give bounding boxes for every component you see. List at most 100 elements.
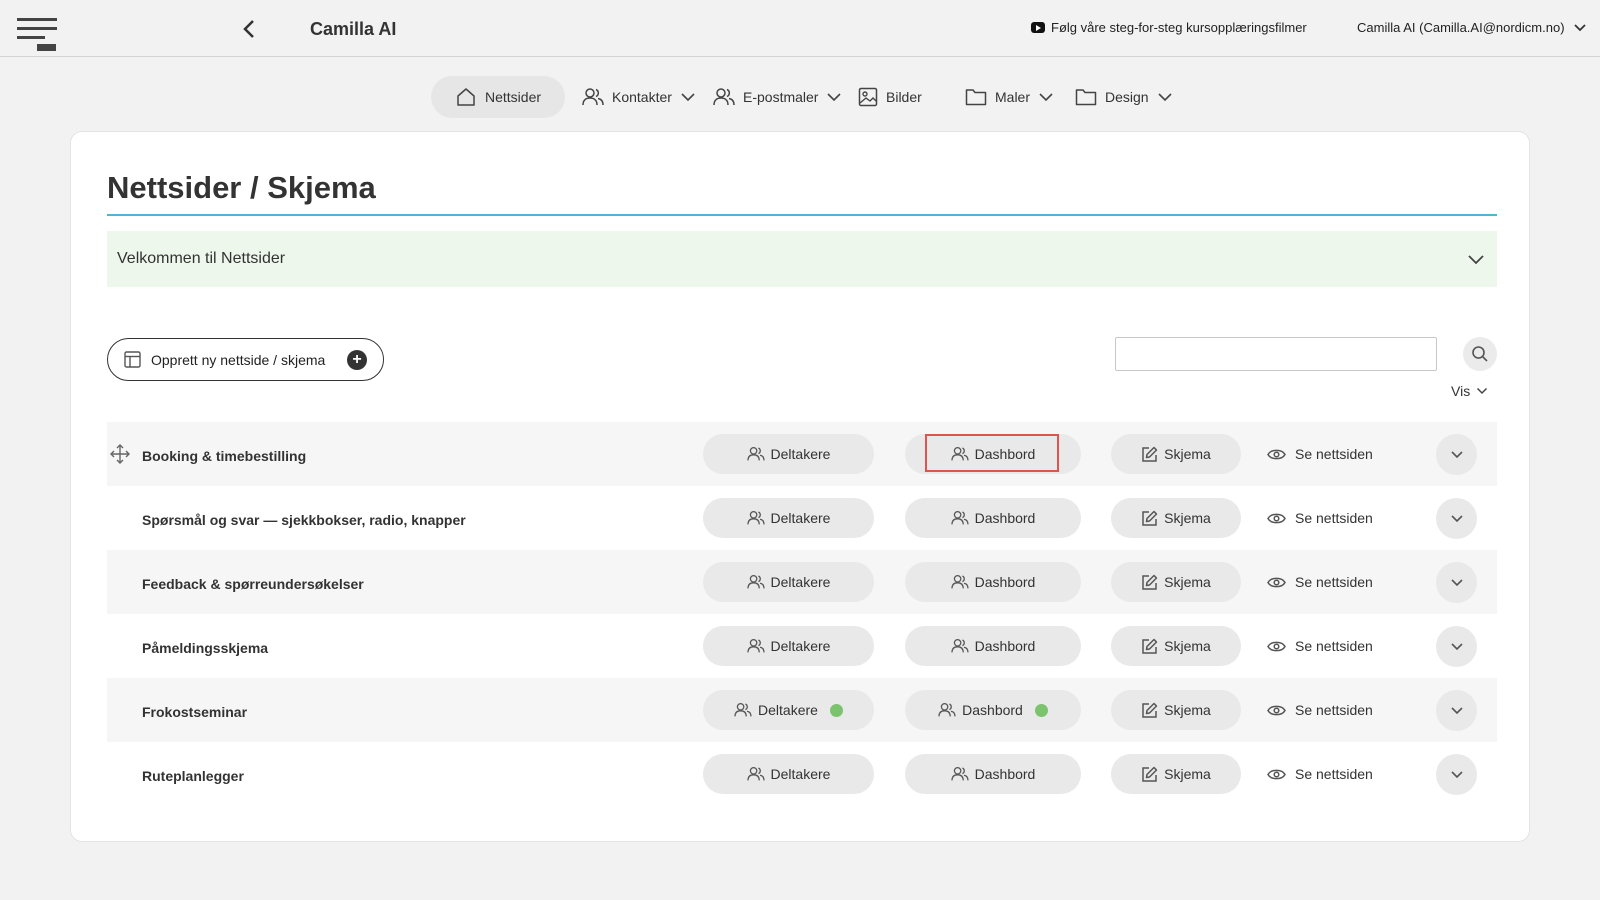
participants-button[interactable]: Deltakere xyxy=(703,562,874,602)
nav-item-maler[interactable]: Maler xyxy=(965,76,1054,118)
row-title: Frokostseminar xyxy=(142,704,248,720)
status-dot xyxy=(1034,703,1048,717)
users-icon xyxy=(746,574,765,589)
content-card: Nettsider / Skjema Velkommen til Nettsid… xyxy=(70,131,1530,842)
row-title: Ruteplanlegger xyxy=(142,768,244,784)
eye-icon xyxy=(1267,641,1286,651)
eye-icon xyxy=(1267,577,1286,587)
drag-handle-icon[interactable] xyxy=(110,444,130,464)
view-site-label: Se nettsiden xyxy=(1295,702,1373,718)
tutorial-link[interactable]: Følg våre steg-for-steg kursopplæringsfi… xyxy=(1031,20,1307,35)
chevron-down-icon xyxy=(1450,643,1463,651)
create-page-button[interactable]: Opprett ny nettside / skjema + xyxy=(107,338,384,381)
eye-icon xyxy=(1267,769,1286,779)
users-icon xyxy=(582,88,604,106)
table-row: Ruteplanlegger Deltakere Dashbord Skjema Se … xyxy=(107,742,1497,806)
row-title: Påmeldingsskjema xyxy=(142,640,269,656)
form-button[interactable]: Skjema xyxy=(1111,754,1241,794)
vis-dropdown[interactable]: Vis xyxy=(1451,383,1488,399)
form-button[interactable]: Skjema xyxy=(1111,626,1241,666)
view-site-link[interactable]: Se nettsiden xyxy=(1267,562,1373,602)
edit-icon xyxy=(1142,446,1158,462)
view-site-link[interactable]: Se nettsiden xyxy=(1267,754,1373,794)
nav-item-bilder[interactable]: Bilder xyxy=(858,76,922,118)
nav-label: Nettsider xyxy=(485,89,542,105)
welcome-accordion[interactable]: Velkommen til Nettsider xyxy=(107,231,1497,287)
dashboard-button[interactable]: Dashbord xyxy=(905,690,1081,730)
participants-label: Deltakere xyxy=(770,510,831,526)
row-expand-button[interactable] xyxy=(1436,562,1477,603)
row-title: Booking & timebestilling xyxy=(142,448,307,464)
form-button[interactable]: Skjema xyxy=(1111,498,1241,538)
view-site-link[interactable]: Se nettsiden xyxy=(1267,434,1373,474)
chevron-down-icon xyxy=(681,93,695,102)
nav-label: Maler xyxy=(995,89,1031,105)
nav-label: E-postmaler xyxy=(743,89,819,105)
users-icon xyxy=(951,446,969,461)
form-label: Skjema xyxy=(1164,510,1211,526)
nav-label: Design xyxy=(1105,89,1149,105)
table-row: Booking & timebestilling Deltakere Dashbor… xyxy=(107,422,1497,486)
view-site-label: Se nettsiden xyxy=(1295,574,1373,590)
back-arrow-icon[interactable] xyxy=(240,18,260,40)
search-input[interactable] xyxy=(1115,337,1437,371)
create-page-label: Opprett ny nettside / skjema xyxy=(151,351,326,368)
dashboard-label: Dashbord xyxy=(974,510,1036,526)
user-menu[interactable]: Camilla AI (Camilla.AI@nordicm.no) xyxy=(1357,20,1587,35)
users-icon xyxy=(734,702,752,717)
form-button[interactable]: Skjema xyxy=(1111,690,1241,730)
form-button[interactable]: Skjema xyxy=(1111,562,1241,602)
view-site-link[interactable]: Se nettsiden xyxy=(1267,690,1373,730)
nav-item-kontakter[interactable]: Kontakter xyxy=(582,76,696,118)
edit-icon xyxy=(1142,766,1158,782)
row-expand-button[interactable] xyxy=(1436,626,1477,667)
participants-button[interactable]: Deltakere xyxy=(703,498,874,538)
form-label: Skjema xyxy=(1164,766,1211,782)
dashboard-button[interactable]: Dashbord xyxy=(905,754,1081,794)
participants-button[interactable]: Deltakere xyxy=(703,626,874,666)
chevron-down-icon xyxy=(1468,255,1484,265)
nav-item-epostmaler[interactable]: E-postmaler xyxy=(713,76,842,118)
row-expand-button[interactable] xyxy=(1436,434,1477,475)
nav-item-nettsider[interactable]: Nettsider xyxy=(431,76,566,118)
participants-button[interactable]: Deltakere xyxy=(703,690,874,730)
users-icon xyxy=(951,766,969,781)
row-expand-button[interactable] xyxy=(1436,498,1477,539)
nav-item-design[interactable]: Design xyxy=(1075,76,1173,118)
home-icon xyxy=(457,88,475,106)
view-site-link[interactable]: Se nettsiden xyxy=(1267,498,1373,538)
users-icon xyxy=(746,510,765,525)
view-site-label: Se nettsiden xyxy=(1295,510,1373,526)
dashboard-button[interactable]: Dashbord xyxy=(905,498,1081,538)
row-expand-button[interactable] xyxy=(1436,690,1477,731)
dashboard-button[interactable]: Dashbord xyxy=(905,434,1081,474)
row-title: Feedback & spørreundersøkelser xyxy=(142,576,364,592)
participants-button[interactable]: Deltakere xyxy=(703,434,874,474)
users-icon xyxy=(938,702,956,717)
page-title: Nettsider / Skjema xyxy=(107,170,376,205)
row-title: Spørsmål og svar — sjekkbokser, radio, k… xyxy=(142,512,466,528)
youtube-icon xyxy=(1031,22,1045,33)
dashboard-button[interactable]: Dashbord xyxy=(905,562,1081,602)
row-expand-button[interactable] xyxy=(1436,754,1477,795)
eye-icon xyxy=(1267,513,1286,523)
menu-icon[interactable] xyxy=(17,17,59,53)
participants-button[interactable]: Deltakere xyxy=(703,754,874,794)
form-label: Skjema xyxy=(1164,638,1211,654)
tutorial-link-label: Følg våre steg-for-steg kursopplæringsfi… xyxy=(1051,20,1307,35)
participants-label: Deltakere xyxy=(770,446,831,462)
dashboard-button[interactable]: Dashbord xyxy=(905,626,1081,666)
users-icon xyxy=(713,88,735,106)
folder-icon xyxy=(1075,89,1097,106)
table-row: Påmeldingsskjema Deltakere Dashbord Skjema S… xyxy=(107,614,1497,678)
chevron-down-icon xyxy=(1450,451,1463,459)
form-label: Skjema xyxy=(1164,446,1211,462)
search-button[interactable] xyxy=(1463,337,1497,371)
users-icon xyxy=(951,510,969,525)
view-site-link[interactable]: Se nettsiden xyxy=(1267,626,1373,666)
dashboard-label: Dashbord xyxy=(974,766,1036,782)
pages-table: Booking & timebestilling Deltakere Dashbor… xyxy=(107,422,1497,806)
form-button[interactable]: Skjema xyxy=(1111,434,1241,474)
app-title: Camilla AI xyxy=(310,19,397,39)
status-dot xyxy=(829,703,843,717)
